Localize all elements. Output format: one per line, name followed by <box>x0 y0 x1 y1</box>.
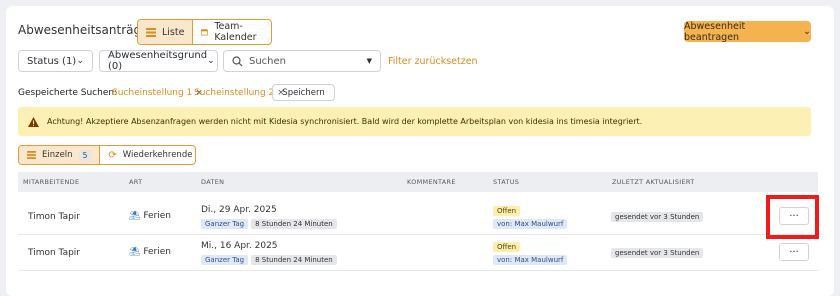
status-badge: Offen <box>493 242 523 252</box>
caret-down-icon: ▼ <box>366 57 372 65</box>
tab-list-label: Liste <box>162 26 185 38</box>
column-header-updated: ZULETZT AKTUALISIERT <box>612 178 695 186</box>
last-updated-tag: gesendet vor 3 Stunden <box>611 248 704 258</box>
absence-type-label: Ferien <box>143 247 171 257</box>
absence-date: Mi., 16 Apr. 2025 <box>201 241 278 251</box>
search-field[interactable]: Suchen ▼ <box>223 50 381 72</box>
full-day-tag: Ganzer Tag <box>201 219 249 229</box>
status-author: von: Max Maulwurf <box>493 255 570 265</box>
table-row[interactable]: Timon Tapir ⛱ Ferien Di., 29 Apr. 2025 G… <box>18 199 818 235</box>
absence-date: Di., 29 Apr. 2025 <box>201 205 277 215</box>
chevron-down-icon: ⌄ <box>207 56 215 66</box>
beach-umbrella-icon: ⛱ <box>129 211 141 221</box>
status-author-tag: von: Max Maulwurf <box>493 219 568 229</box>
sync-warning-alert: Achtung! Akzeptiere Absenzanfragen werde… <box>18 107 811 136</box>
absence-type: ⛱ Ferien <box>129 211 171 221</box>
absence-type: ⛱ Ferien <box>129 247 171 257</box>
saved-searches-label: Gespeicherte Suchen: <box>18 88 118 98</box>
status-filter[interactable]: Status (1) ⌄ <box>18 50 93 72</box>
column-header-type: ART <box>129 178 143 186</box>
warning-icon <box>28 116 39 127</box>
status-open-tag: Offen <box>493 242 521 252</box>
highlight-box <box>766 195 819 239</box>
search-input[interactable]: Suchen <box>249 56 367 67</box>
tab-recurring[interactable]: ⟳ Wiederkehrende 0 <box>99 146 195 164</box>
column-header-status: STATUS <box>493 178 520 186</box>
tab-team-calendar-label: Team-Kalender <box>214 21 257 43</box>
search-icon <box>232 55 243 66</box>
reason-filter-count: (0) <box>108 61 123 72</box>
status-author-tag: von: Max Maulwurf <box>493 255 568 265</box>
employee-name: Timon Tapir <box>28 248 80 258</box>
save-search-button[interactable]: Speichern <box>272 84 335 101</box>
request-absence-label: Abwesenheit beantragen <box>684 20 746 43</box>
single-count-badge: 5 <box>78 149 92 161</box>
page-title: Abwesenheitsanträge <box>18 23 149 37</box>
last-updated: gesendet vor 3 Stunden <box>611 212 706 222</box>
request-type-toggle: Einzeln 5 ⟳ Wiederkehrende 0 <box>18 145 196 165</box>
date-tags: Ganzer Tag 8 Stunden 24 Minuten <box>201 219 340 229</box>
more-actions-button[interactable]: ··· <box>779 243 809 261</box>
tab-recurring-label: Wiederkehrende <box>122 150 193 160</box>
saved-search-2-label: Sucheinstellung 2 <box>194 88 275 98</box>
table-header: MITARBEITENDE ART DATEN KOMMENTARE STATU… <box>18 172 818 192</box>
status-badge: Offen <box>493 206 523 216</box>
date-tags: Ganzer Tag 8 Stunden 24 Minuten <box>201 255 340 265</box>
reason-filter-text: Abwesenheitsgrund (0) <box>108 50 207 72</box>
column-header-employee: MITARBEITENDE <box>23 178 80 186</box>
alert-text: Achtung! Akzeptiere Absenzanfragen werde… <box>47 117 643 126</box>
reset-filters-link[interactable]: Filter zurücksetzen <box>388 56 478 67</box>
last-updated-tag: gesendet vor 3 Stunden <box>611 212 704 222</box>
full-day-tag: Ganzer Tag <box>201 255 249 265</box>
tab-single-label: Einzeln <box>42 150 73 160</box>
column-header-comments: KOMMENTARE <box>407 178 456 186</box>
view-toggle: Liste Team-Kalender <box>137 19 272 45</box>
beach-umbrella-icon: ⛱ <box>129 247 141 257</box>
employee-name: Timon Tapir <box>28 212 80 222</box>
list-icon <box>27 151 36 159</box>
duration-tag: 8 Stunden 24 Minuten <box>251 255 337 265</box>
table-row[interactable]: Timon Tapir ⛱ Ferien Mi., 16 Apr. 2025 G… <box>18 235 818 271</box>
last-updated: gesendet vor 3 Stunden <box>611 248 706 258</box>
saved-search-1-label: Sucheinstellung 1 <box>112 88 193 98</box>
repeat-icon: ⟳ <box>108 149 117 161</box>
duration-tag: 8 Stunden 24 Minuten <box>251 219 337 229</box>
status-filter-label: Status (1) <box>27 55 77 67</box>
reason-filter-label: Abwesenheitsgrund <box>108 50 208 61</box>
calendar-icon <box>201 29 209 36</box>
chevron-down-icon: ⌄ <box>803 26 811 37</box>
chevron-down-icon: ⌄ <box>76 56 84 66</box>
saved-search-1[interactable]: Sucheinstellung 1 × <box>112 88 203 98</box>
tab-single[interactable]: Einzeln 5 <box>19 146 100 164</box>
reason-filter[interactable]: Abwesenheitsgrund (0) ⌄ <box>99 50 218 72</box>
absence-type-label: Ferien <box>143 211 171 221</box>
request-absence-button[interactable]: Abwesenheit beantragen ⌄ <box>684 20 811 43</box>
list-icon <box>146 27 156 37</box>
column-header-dates: DATEN <box>201 178 225 186</box>
tab-team-calendar[interactable]: Team-Kalender <box>192 20 271 44</box>
tab-list[interactable]: Liste <box>138 20 193 44</box>
status-open-tag: Offen <box>493 206 521 216</box>
status-author: von: Max Maulwurf <box>493 219 570 229</box>
